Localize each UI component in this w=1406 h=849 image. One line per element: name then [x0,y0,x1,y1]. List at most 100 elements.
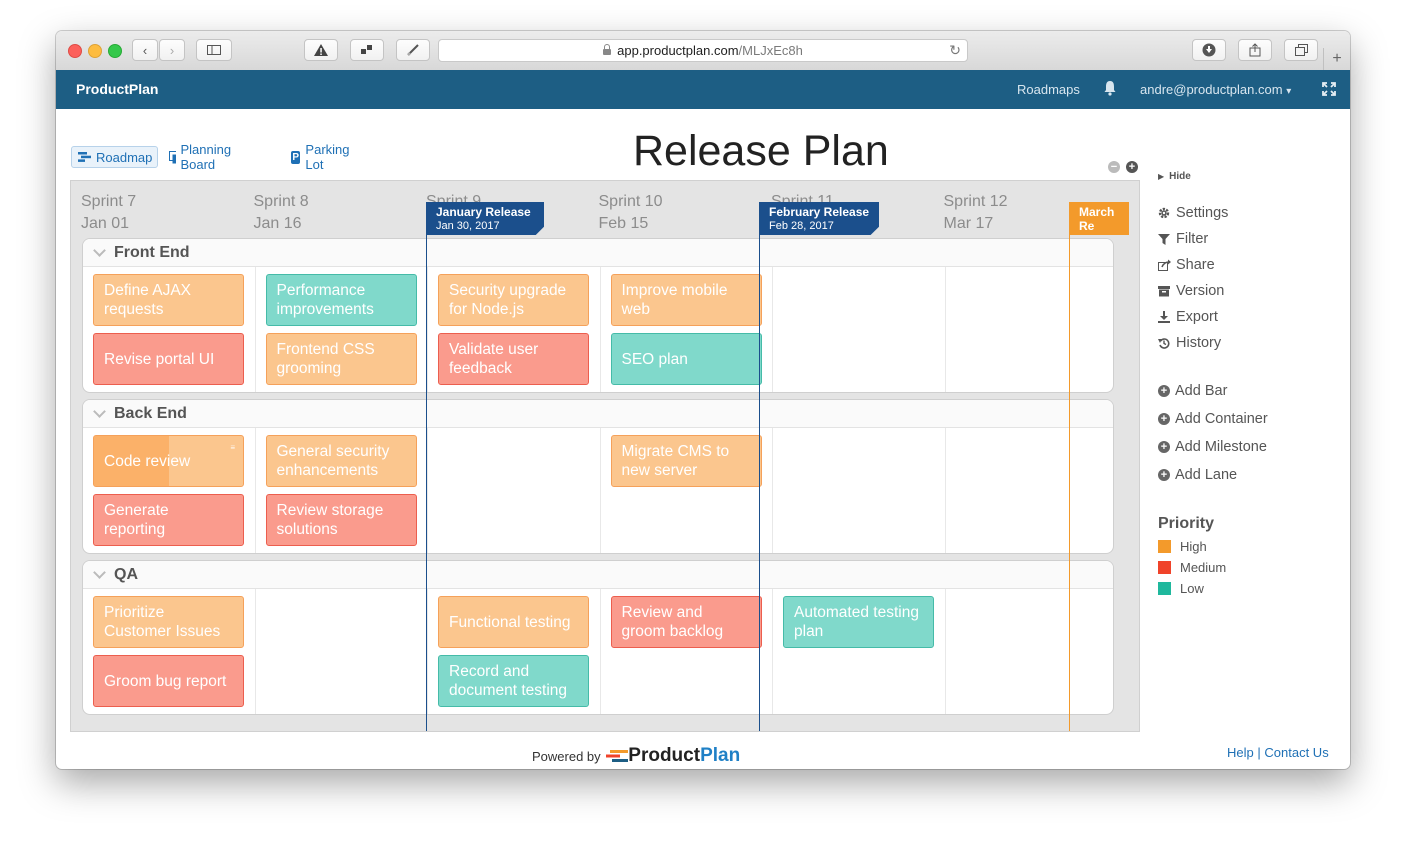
sprint-date: Jan 01 [81,215,130,232]
tab-planning-board[interactable]: Planning Board [169,142,236,172]
sprint-name: Sprint 8 [253,193,309,210]
bar-label: Revise portal UI [104,350,215,368]
lane-header[interactable]: Front End [83,239,1113,267]
extension-warning-button[interactable] [304,39,338,61]
milestone-flag[interactable]: February Release Feb 28, 2017 [759,202,879,235]
zoom-in-button[interactable]: + [1126,161,1138,173]
new-tab-button[interactable]: + [1323,48,1350,70]
powered-by: Powered by ProductPlan [532,745,740,767]
forward-button[interactable]: › [159,39,185,61]
share-page-button[interactable] [1238,39,1272,61]
roadmap-bar[interactable]: Performance improvements [265,274,417,326]
sidebar-tool-filter[interactable]: Filter [1158,231,1208,247]
user-email: andre@productplan.com [1140,82,1283,97]
sidebar-tool-history[interactable]: History [1158,335,1221,351]
logo-plan: Plan [700,745,741,766]
fullscreen-icon[interactable] [1322,82,1336,96]
roadmap-bar[interactable]: Automated testing plan [783,596,934,648]
extension-button[interactable] [350,39,384,61]
sidebar-toggle-button[interactable] [196,39,232,61]
roadmap-bar[interactable]: Migrate CMS to new server [610,435,762,487]
legend-label: Medium [1180,560,1227,575]
contact-link[interactable]: Contact Us [1264,745,1328,760]
roadmap-bar[interactable]: Prioritize Customer Issues [93,596,244,648]
footer-links: Help | Contact Us [1227,745,1329,760]
column-divider [254,267,256,392]
zoom-window-button[interactable] [108,44,122,58]
sidebar-tool-label: Share [1176,257,1215,273]
bar-label: Frontend CSS grooming [276,341,375,377]
sidebar-add-add-milestone[interactable]: + Add Milestone [1158,439,1267,455]
extension-pen-button[interactable] [396,39,430,61]
roadmap-bar[interactable]: Generate reporting [93,494,244,546]
column-divider [427,589,428,714]
minimize-window-button[interactable] [88,44,102,58]
roadmap-bar[interactable]: Frontend CSS grooming [265,333,417,385]
blocks-icon [361,45,372,54]
sidebar-tool-settings[interactable]: Settings [1158,205,1228,221]
filter-icon [1158,233,1170,245]
chevron-down-icon[interactable] [93,405,106,418]
roadmap-bar[interactable]: Review storage solutions [265,494,417,546]
column-divider [772,267,773,392]
chevron-down-icon[interactable] [93,244,106,257]
hide-label: Hide [1169,171,1191,182]
planning-board-icon [169,150,177,163]
sprint-date: Mar 17 [943,215,994,232]
roadmap-bar[interactable]: ≡ Code review [93,435,244,487]
tabs-icon [1294,44,1308,56]
plus-circle-icon: + [1158,385,1170,397]
roadmap-bar[interactable]: Validate user feedback [438,333,589,385]
milestone-flag[interactable]: January Release Jan 30, 2017 [426,202,544,235]
sprint-name: Sprint 7 [81,193,137,210]
zoom-out-button[interactable]: − [1108,161,1120,173]
roadmap-bar[interactable]: SEO plan [610,333,762,385]
address-bar[interactable]: app.productplan.com/MLJxEc8h ↻ [438,39,968,62]
roadmap-bar[interactable]: General security enhancements [265,435,417,487]
user-menu[interactable]: andre@productplan.com ▾ [1140,82,1291,97]
tab-roadmap[interactable]: Roadmap [71,146,158,168]
tab-parking-lot[interactable]: P Parking Lot [291,142,353,172]
bar-label: General security enhancements [276,443,390,479]
milestone-date: Mar 27, 20 [1079,234,1116,235]
sidebar-add-add-container[interactable]: + Add Container [1158,411,1268,427]
bar-label: Define AJAX requests [104,282,192,318]
roadmap-bar[interactable]: Groom bug report [93,655,244,707]
tabs-overview-button[interactable] [1284,39,1318,61]
roadmap-bar[interactable]: Functional testing [438,596,589,648]
brand-logo[interactable]: ProductPlan [76,81,158,97]
roadmap-bar[interactable]: Record and document testing [438,655,589,707]
roadmap-bar[interactable]: Define AJAX requests [93,274,244,326]
lane-header[interactable]: Back End [83,400,1113,428]
tab-parking-lot-label: Parking Lot [305,142,350,172]
footer-separator: | [1257,745,1261,760]
bell-icon[interactable] [1103,80,1117,96]
sidebar-add-add-bar[interactable]: + Add Bar [1158,383,1227,399]
downloads-button[interactable] [1192,39,1226,61]
swimlane: Front End Define AJAX requests Revise port… [82,238,1114,393]
nav-roadmaps-link[interactable]: Roadmaps [1017,82,1080,97]
back-button[interactable]: ‹ [132,39,158,61]
share-page-icon [1249,43,1261,57]
sidebar-tool-export[interactable]: Export [1158,309,1218,325]
roadmap-bar[interactable]: Security upgrade for Node.js [438,274,589,326]
drag-handle-icon[interactable]: ≡ [230,438,235,457]
sprint-header: Sprint 10 Feb 15 [599,191,663,235]
download-circle-icon [1202,43,1216,57]
hide-panel-button[interactable]: ▶ Hide [1158,171,1191,182]
bar-label: Improve mobile web [621,282,728,318]
help-link[interactable]: Help [1227,745,1254,760]
milestone-flag[interactable]: March ReMar 27, 20 [1069,202,1129,235]
chevron-down-icon[interactable] [93,566,106,579]
reload-icon[interactable]: ↻ [949,42,961,59]
roadmap-bar[interactable]: Revise portal UI [93,333,244,385]
sidebar-add-add-lane[interactable]: + Add Lane [1158,467,1237,483]
sprint-name: Sprint 10 [598,193,663,210]
sidebar-tool-share[interactable]: Share [1158,257,1215,273]
roadmap-bar[interactable]: Improve mobile web [610,274,762,326]
sidebar-tool-version[interactable]: Version [1158,283,1224,299]
lane-header[interactable]: QA [83,561,1113,589]
lane-title: Front End [114,243,190,261]
close-window-button[interactable] [68,44,82,58]
roadmap-bar[interactable]: Review and groom backlog [610,596,762,648]
